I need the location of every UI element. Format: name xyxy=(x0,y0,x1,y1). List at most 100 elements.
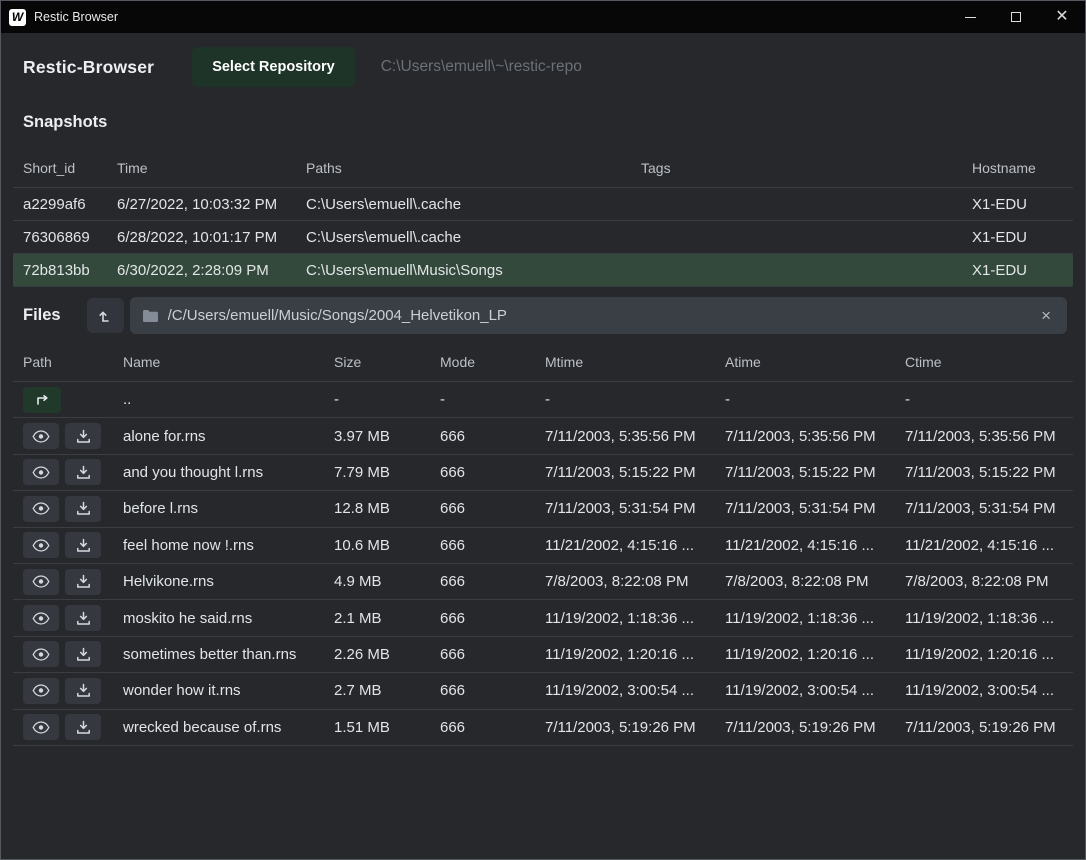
minimize-button[interactable] xyxy=(947,1,993,33)
app-header: Restic-Browser Select Repository C:\User… xyxy=(1,33,1085,99)
parent-dir-row[interactable]: .. - - - - - xyxy=(13,382,1073,418)
download-icon xyxy=(76,683,91,698)
file-mtime: 11/19/2002, 1:18:36 ... xyxy=(535,610,715,627)
select-repository-button[interactable]: Select Repository xyxy=(192,47,355,87)
restore-file-button[interactable] xyxy=(65,714,101,740)
col-ctime: Ctime xyxy=(895,354,1073,370)
col-mtime: Mtime xyxy=(535,354,715,370)
restore-file-button[interactable] xyxy=(65,569,101,595)
file-atime: - xyxy=(715,391,895,408)
files-table: Path Name Size Mode Mtime Atime Ctime .. xyxy=(13,342,1073,746)
col-paths: Paths xyxy=(296,160,631,176)
file-size: 3.97 MB xyxy=(324,428,430,445)
snapshot-row[interactable]: 76306869 6/28/2022, 10:01:17 PM C:\Users… xyxy=(13,221,1073,254)
file-size: - xyxy=(324,391,430,408)
preview-file-button[interactable] xyxy=(23,496,59,522)
parent-dir-icon xyxy=(34,393,50,407)
file-name: .. xyxy=(113,391,324,408)
go-parent-button[interactable] xyxy=(23,387,61,413)
file-size: 12.8 MB xyxy=(324,500,430,517)
file-row[interactable]: sometimes better than.rns 2.26 MB 666 11… xyxy=(13,637,1073,673)
file-path-input[interactable]: /C/Users/emuell/Music/Songs/2004_Helveti… xyxy=(130,297,1067,334)
file-ctime: 7/8/2003, 8:22:08 PM xyxy=(895,573,1073,590)
snapshot-row[interactable]: a2299af6 6/27/2022, 10:03:32 PM C:\Users… xyxy=(13,188,1073,221)
maximize-icon xyxy=(1011,12,1021,22)
col-time: Time xyxy=(107,160,296,176)
eye-icon xyxy=(32,466,50,479)
file-ctime: - xyxy=(895,391,1073,408)
close-button[interactable]: ✕ xyxy=(1039,1,1085,33)
file-size: 1.51 MB xyxy=(324,719,430,736)
clear-path-button[interactable]: × xyxy=(1037,305,1055,326)
minimize-icon xyxy=(965,17,976,18)
file-row[interactable]: and you thought l.rns 7.79 MB 666 7/11/2… xyxy=(13,455,1073,491)
file-ctime: 11/21/2002, 4:15:16 ... xyxy=(895,537,1073,554)
file-row[interactable]: Helvikone.rns 4.9 MB 666 7/8/2003, 8:22:… xyxy=(13,564,1073,600)
snapshots-table: Short_id Time Paths Tags Hostname a2299a… xyxy=(13,148,1073,287)
file-row[interactable]: wrecked because of.rns 1.51 MB 666 7/11/… xyxy=(13,710,1073,746)
snapshot-short-id: 76306869 xyxy=(13,229,107,246)
col-tags: Tags xyxy=(631,160,962,176)
restore-file-button[interactable] xyxy=(65,678,101,704)
file-row[interactable]: feel home now !.rns 10.6 MB 666 11/21/20… xyxy=(13,528,1073,564)
restore-file-button[interactable] xyxy=(65,605,101,631)
file-ctime: 11/19/2002, 3:00:54 ... xyxy=(895,682,1073,699)
file-size: 2.26 MB xyxy=(324,646,430,663)
eye-icon xyxy=(32,684,50,697)
file-atime: 11/19/2002, 3:00:54 ... xyxy=(715,682,895,699)
file-row[interactable]: wonder how it.rns 2.7 MB 666 11/19/2002,… xyxy=(13,673,1073,709)
restore-file-button[interactable] xyxy=(65,496,101,522)
restore-file-button[interactable] xyxy=(65,459,101,485)
restore-file-button[interactable] xyxy=(65,423,101,449)
file-mode: 666 xyxy=(430,500,535,517)
snapshot-hostname: X1-EDU xyxy=(962,229,1073,246)
snapshot-short-id: a2299af6 xyxy=(13,196,107,213)
file-name: before l.rns xyxy=(113,500,324,517)
repository-path: C:\Users\emuell\~\restic-repo xyxy=(381,58,582,76)
level-up-button[interactable] xyxy=(87,298,124,333)
preview-file-button[interactable] xyxy=(23,678,59,704)
files-rows: alone for.rns 3.97 MB 666 7/11/2003, 5:3… xyxy=(13,418,1073,746)
restore-file-button[interactable] xyxy=(65,532,101,558)
col-atime: Atime xyxy=(715,354,895,370)
file-size: 4.9 MB xyxy=(324,573,430,590)
preview-file-button[interactable] xyxy=(23,714,59,740)
preview-file-button[interactable] xyxy=(23,532,59,558)
snapshots-section-title: Snapshots xyxy=(1,99,1085,148)
file-name: alone for.rns xyxy=(113,428,324,445)
file-size: 7.79 MB xyxy=(324,464,430,481)
file-mtime: 11/19/2002, 1:20:16 ... xyxy=(535,646,715,663)
preview-file-button[interactable] xyxy=(23,459,59,485)
app-title: Restic-Browser xyxy=(23,57,154,78)
col-short-id: Short_id xyxy=(13,160,107,176)
file-row[interactable]: moskito he said.rns 2.1 MB 666 11/19/200… xyxy=(13,600,1073,636)
snapshot-paths: C:\Users\emuell\.cache xyxy=(296,229,631,246)
file-row[interactable]: alone for.rns 3.97 MB 666 7/11/2003, 5:3… xyxy=(13,418,1073,454)
eye-icon xyxy=(32,648,50,661)
preview-file-button[interactable] xyxy=(23,605,59,631)
file-mode: 666 xyxy=(430,573,535,590)
file-name: wonder how it.rns xyxy=(113,682,324,699)
file-atime: 7/11/2003, 5:15:22 PM xyxy=(715,464,895,481)
eye-icon xyxy=(32,502,50,515)
col-path: Path xyxy=(13,354,113,370)
preview-file-button[interactable] xyxy=(23,569,59,595)
file-name: and you thought l.rns xyxy=(113,464,324,481)
file-mtime: 7/11/2003, 5:15:22 PM xyxy=(535,464,715,481)
download-icon xyxy=(76,611,91,626)
file-ctime: 7/11/2003, 5:19:26 PM xyxy=(895,719,1073,736)
preview-file-button[interactable] xyxy=(23,641,59,667)
files-table-header: Path Name Size Mode Mtime Atime Ctime xyxy=(13,342,1073,382)
file-size: 2.1 MB xyxy=(324,610,430,627)
snapshot-row[interactable]: 72b813bb 6/30/2022, 2:28:09 PM C:\Users\… xyxy=(13,254,1073,287)
file-size: 2.7 MB xyxy=(324,682,430,699)
maximize-button[interactable] xyxy=(993,1,1039,33)
restore-file-button[interactable] xyxy=(65,641,101,667)
file-mode: 666 xyxy=(430,646,535,663)
file-mode: 666 xyxy=(430,537,535,554)
files-section-title: Files xyxy=(23,306,61,325)
file-atime: 7/11/2003, 5:19:26 PM xyxy=(715,719,895,736)
preview-file-button[interactable] xyxy=(23,423,59,449)
file-mode: 666 xyxy=(430,464,535,481)
file-row[interactable]: before l.rns 12.8 MB 666 7/11/2003, 5:31… xyxy=(13,491,1073,527)
